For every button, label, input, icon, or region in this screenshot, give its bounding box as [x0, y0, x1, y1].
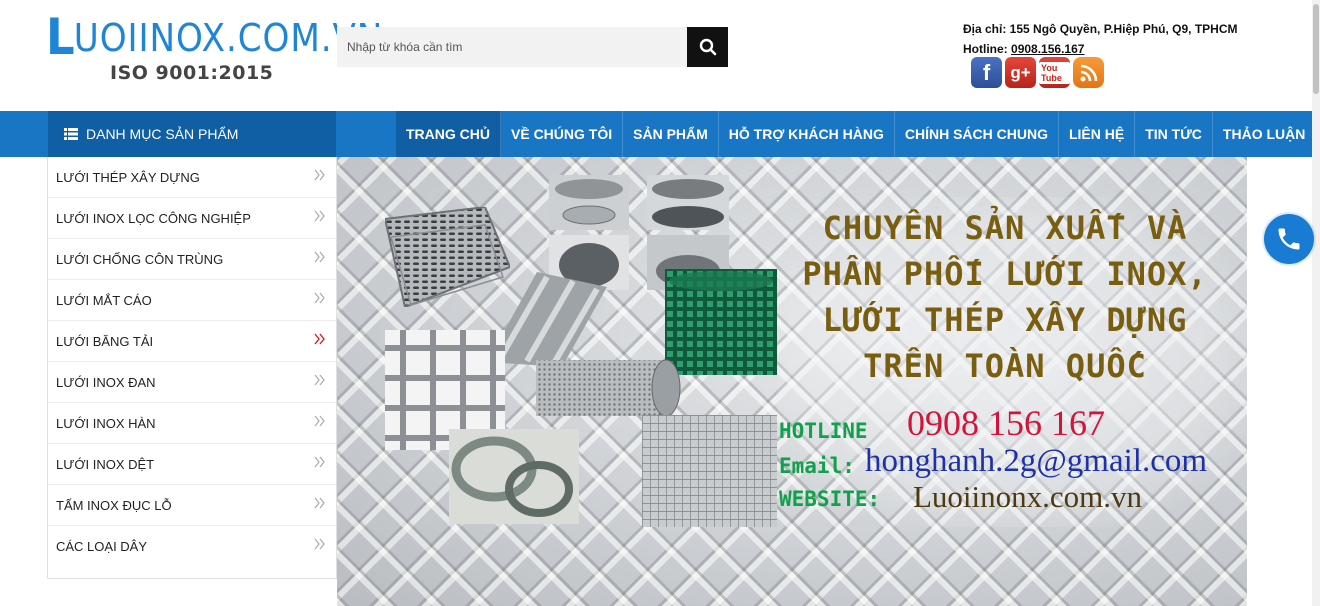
sidebar-item-conveyor-mesh[interactable]: LƯỚI BĂNG TẢI	[48, 321, 336, 362]
search-input[interactable]	[337, 27, 687, 67]
facebook-icon[interactable]: f	[971, 57, 1002, 88]
nav-discussion[interactable]: THẢO LUẬN	[1213, 111, 1315, 157]
sidebar-item-chain-link-mesh[interactable]: LƯỚI MẮT CÁO	[48, 280, 336, 321]
social-links: f g+ You Tube	[971, 57, 1104, 88]
sidebar-item-label: LƯỚI INOX LỌC CÔNG NGHIỆP	[56, 210, 251, 226]
logo-wordmark: Luoiinox.com.vn	[46, 8, 383, 66]
main-navbar: DANH MỤC SẢN PHẨM TRANG CHỦ VỀ CHÚNG TÔI…	[0, 111, 1312, 157]
sidebar-item-label: TẤM INOX ĐỤC LỖ	[56, 497, 172, 513]
nav-products[interactable]: SẢN PHẨM	[623, 111, 719, 157]
main-menu: TRANG CHỦ VỀ CHÚNG TÔI SẢN PHẨM HỖ TRỢ K…	[396, 111, 1315, 157]
double-chevron-right-icon	[314, 497, 325, 509]
search-bar	[337, 27, 728, 67]
banner-website-value: Luoiinonx.com.vn	[913, 479, 1143, 514]
nav-support[interactable]: HỖ TRỢ KHÁCH HÀNG	[719, 111, 895, 157]
banner-email-value: honghanh.2g@gmail.com	[865, 443, 1208, 479]
double-chevron-right-icon	[314, 456, 325, 468]
nav-home[interactable]: TRANG CHỦ	[396, 111, 501, 157]
nav-about[interactable]: VỀ CHÚNG TÔI	[501, 111, 624, 157]
scrollbar-thumb[interactable]	[1313, 4, 1319, 94]
banner-email-label: Email:	[779, 454, 855, 478]
headline-line-2: PHÂN PHỐI LƯỚI INOX,	[802, 255, 1208, 293]
category-sidebar: LƯỚI THÉP XÂY DỰNG LƯỚI INOX LỌC CÔNG NG…	[47, 157, 337, 579]
search-button[interactable]	[687, 27, 728, 67]
phone-icon	[1278, 228, 1300, 250]
blogger-icon[interactable]	[1073, 57, 1104, 88]
banner-website-label: WEBSITE:	[779, 487, 881, 511]
hero-banner[interactable]: CHUYÊN SẢN XUẤT VÀ PHÂN PHỐI LƯỚI INOX, …	[337, 157, 1247, 606]
double-chevron-right-icon	[314, 251, 325, 263]
double-chevron-right-icon	[314, 292, 325, 304]
sidebar-item-label: LƯỚI INOX HÀN	[56, 415, 156, 431]
search-icon	[699, 38, 716, 56]
google-plus-icon[interactable]: g+	[1005, 57, 1036, 88]
hotline-line: Hotline: 0908.156.167	[963, 39, 1238, 59]
sidebar-item-label: LƯỚI CHỐNG CÔN TRÙNG	[56, 251, 224, 267]
hotline-number-link[interactable]: 0908.156.167	[1011, 42, 1084, 56]
double-chevron-right-icon	[314, 415, 325, 427]
wire-coil-image	[449, 429, 579, 524]
sidebar-item-industrial-filter-mesh[interactable]: LƯỚI INOX LỌC CÔNG NGHIỆP	[48, 198, 336, 239]
list-icon	[64, 128, 78, 140]
header-contact: Địa chỉ: 155 Ngô Quyền, P.Hiệp Phú, Q9, …	[963, 19, 1238, 59]
page-scrollbar[interactable]	[1312, 0, 1320, 606]
nav-contact[interactable]: LIÊN HỆ	[1059, 111, 1136, 157]
sidebar-item-insect-screen[interactable]: LƯỚI CHỐNG CÔN TRÙNG	[48, 239, 336, 280]
sidebar-item-label: LƯỚI INOX ĐAN	[56, 374, 156, 390]
sidebar-item-perforated-sheet[interactable]: TẤM INOX ĐỤC LỖ	[48, 485, 336, 526]
sidebar-item-label: LƯỚI INOX DỆT	[56, 456, 155, 472]
category-menu-toggle[interactable]: DANH MỤC SẢN PHẨM	[48, 111, 336, 157]
double-chevron-right-icon	[314, 210, 325, 222]
nav-news[interactable]: TIN TỨC	[1135, 111, 1213, 157]
sidebar-item-construction-steel-mesh[interactable]: LƯỚI THÉP XÂY DỰNG	[48, 157, 336, 198]
headline-line-3: LƯỚI THÉP XÂY DỰNG	[822, 301, 1188, 339]
sidebar-item-wire-types[interactable]: CÁC LOẠI DÂY	[48, 526, 336, 567]
sidebar-item-welded-inox[interactable]: LƯỚI INOX HÀN	[48, 403, 336, 444]
logo-tagline: ISO 9001:2015	[110, 62, 274, 84]
site-logo[interactable]: Luoiinox.com.vn ISO 9001:2015	[46, 8, 382, 88]
sidebar-item-label: LƯỚI BĂNG TẢI	[56, 333, 154, 349]
category-menu-title: DANH MỤC SẢN PHẨM	[86, 126, 239, 142]
rss-icon	[1080, 64, 1097, 81]
sidebar-item-label: CÁC LOẠI DÂY	[56, 539, 148, 554]
double-chevron-right-icon	[314, 538, 325, 550]
address-text: Địa chỉ: 155 Ngô Quyền, P.Hiệp Phú, Q9, …	[963, 22, 1238, 36]
banner-hotline-label: HOTLINE	[779, 419, 868, 443]
double-chevron-right-icon	[314, 374, 325, 386]
sidebar-item-label: LƯỚI THÉP XÂY DỰNG	[56, 169, 200, 185]
headline-line-4: TRÊN TOÀN QUỐC	[863, 347, 1147, 385]
headline-line-1: CHUYÊN SẢN XUẤT VÀ	[822, 209, 1188, 247]
call-now-button[interactable]	[1264, 214, 1314, 264]
nav-policy[interactable]: CHÍNH SÁCH CHUNG	[895, 111, 1059, 157]
sidebar-item-knitted-inox[interactable]: LƯỚI INOX DỆT	[48, 444, 336, 485]
logo-first-letter: L	[46, 8, 76, 66]
hotline-label: Hotline:	[963, 42, 1008, 56]
banner-headline: CHUYÊN SẢN XUẤT VÀ PHÂN PHỐI LƯỚI INOX, …	[785, 205, 1225, 389]
double-chevron-right-icon	[314, 333, 325, 345]
grey-welded-mesh-image	[642, 415, 777, 527]
banner-hotline-value: 0908 156 167	[907, 403, 1105, 443]
perforated-cylinder-image	[532, 352, 682, 422]
youtube-icon[interactable]: You Tube	[1039, 57, 1070, 88]
sidebar-item-woven-inox[interactable]: LƯỚI INOX ĐAN	[48, 362, 336, 403]
double-chevron-right-icon	[314, 169, 325, 181]
sidebar-item-label: LƯỚI MẮT CÁO	[56, 292, 152, 308]
